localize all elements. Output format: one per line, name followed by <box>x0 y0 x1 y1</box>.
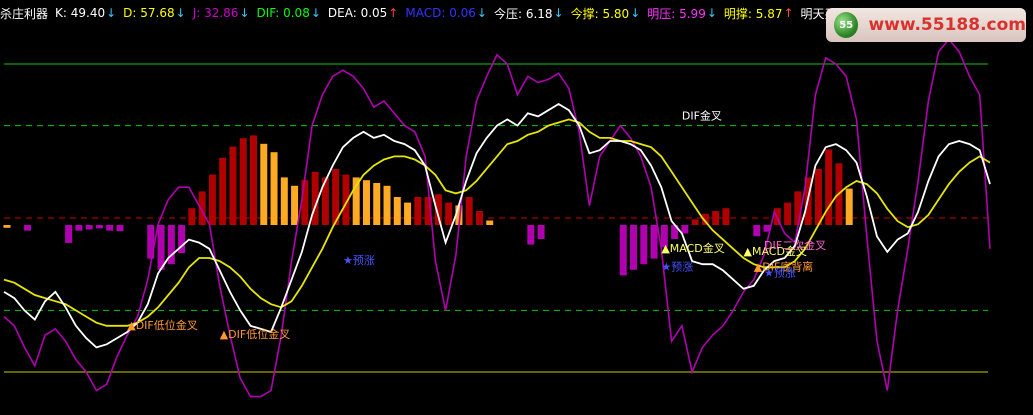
macd-bar <box>106 225 114 231</box>
macd-bar <box>630 225 638 270</box>
macd-bar <box>753 225 761 237</box>
macd-bar <box>404 202 412 225</box>
logo-url: www.55188.com <box>868 15 1026 35</box>
arrow-down-icon: ↓ <box>106 6 117 20</box>
macd-bar <box>445 202 453 225</box>
macd-bar <box>24 225 32 231</box>
macd-bar <box>794 191 802 225</box>
header-item: J: 32.86 ↓ <box>193 6 250 20</box>
macd-bar <box>3 225 11 228</box>
macd-bar <box>393 197 401 225</box>
annotation-label: DIF金叉 <box>682 108 722 122</box>
macd-bar <box>75 225 83 231</box>
logo-mark-icon: 55 <box>834 12 859 38</box>
header-item-label: MACD: 0.06 <box>405 6 476 20</box>
arrow-up-icon: ↑ <box>783 6 794 20</box>
macd-bar <box>85 225 93 230</box>
header-item-label: D: 57.68 <box>123 6 175 20</box>
macd-bar <box>239 138 247 225</box>
macd-bar <box>116 225 124 232</box>
macd-bar <box>157 225 165 270</box>
arrow-up-icon: ↑ <box>388 6 399 20</box>
macd-bar <box>619 225 627 276</box>
macd-bar <box>691 219 699 225</box>
annotation-label: ▲DIF低位金叉 <box>127 318 198 332</box>
header-item-label: 明撑: 5.87 <box>723 6 783 21</box>
header-item: D: 57.68 ↓ <box>123 6 186 20</box>
macd-bar <box>414 197 422 225</box>
header-item-label: K: 49.40 <box>55 6 106 20</box>
macd-bar <box>291 185 299 225</box>
macd-bar <box>640 225 648 265</box>
macd-bar <box>486 220 494 225</box>
macd-bar <box>681 225 689 234</box>
header-item: 明撑: 5.87 ↑ <box>724 5 794 22</box>
header-item: 今撑: 5.80 ↓ <box>571 5 641 22</box>
macd-bar <box>95 225 103 229</box>
macd-bar <box>814 169 822 225</box>
header-item-label: 明压: 5.99 <box>647 6 706 21</box>
macd-bar <box>527 225 535 245</box>
annotation-label: ★预涨 <box>661 260 693 273</box>
arrow-down-icon: ↓ <box>310 6 321 20</box>
macd-bar <box>229 146 237 225</box>
macd-bar <box>537 225 545 239</box>
header-item: 明压: 5.99 ↓ <box>647 5 717 22</box>
macd-bar <box>475 211 483 225</box>
header-item-label: 今压: 6.18 <box>493 6 553 21</box>
macd-bar <box>712 211 720 225</box>
macd-bars <box>3 135 853 276</box>
annotation-label: ★预涨 <box>764 267 796 280</box>
macd-bar <box>219 157 227 225</box>
arrow-down-icon: ↓ <box>175 6 186 20</box>
macd-bar <box>270 152 278 225</box>
header-item: DEA: 0.05 ↑ <box>328 6 398 20</box>
annotation-label: ▲DIF低位金叉 <box>220 327 291 341</box>
macd-bar <box>383 185 391 225</box>
macd-bar <box>301 180 309 225</box>
kdj-macd-chart: DIF金叉★预涨▲MACD金叉★预涨▲MACD金叉DIF二次金叉▲DIF底背离★… <box>3 38 991 398</box>
arrow-down-icon: ↓ <box>553 6 564 20</box>
macd-bar <box>362 180 370 225</box>
annotation-label: DIF二次金叉 <box>764 238 826 252</box>
macd-bar <box>188 208 196 225</box>
macd-bar <box>260 143 268 225</box>
macd-bar <box>465 197 473 225</box>
annotation-label: ★预涨 <box>343 254 375 267</box>
arrow-down-icon: ↓ <box>476 6 487 20</box>
macd-bar <box>65 225 73 243</box>
macd-bar <box>722 208 730 225</box>
header-item-label: DIF: 0.08 <box>256 6 310 20</box>
macd-bar <box>250 135 257 225</box>
header-item: DIF: 0.08 ↓ <box>257 6 321 20</box>
header-item-label: J: 32.86 <box>192 6 239 20</box>
header-item: K: 49.40 ↓ <box>55 6 116 20</box>
header-item: MACD: 0.06 ↓ <box>405 6 487 20</box>
macd-bar <box>845 188 853 225</box>
header-item-label: 今撑: 5.80 <box>570 6 630 21</box>
macd-bar <box>825 149 833 225</box>
header-item: 杀庄利器 <box>0 5 48 22</box>
header-item-label: 杀庄利器 <box>0 6 49 21</box>
arrow-down-icon: ↓ <box>630 6 641 20</box>
arrow-down-icon: ↓ <box>706 6 717 20</box>
macd-bar <box>280 177 288 225</box>
macd-bar <box>208 174 216 225</box>
header-item-label: DEA: 0.05 <box>327 6 388 20</box>
macd-bar <box>650 225 658 259</box>
macd-bar <box>373 183 381 225</box>
watermark-logo: 55 www.55188.com <box>826 8 1026 42</box>
annotation-label: ▲MACD金叉 <box>661 241 724 255</box>
header-item: 今压: 6.18 ↓ <box>494 5 564 22</box>
macd-bar <box>784 202 792 225</box>
arrow-down-icon: ↓ <box>239 6 250 20</box>
